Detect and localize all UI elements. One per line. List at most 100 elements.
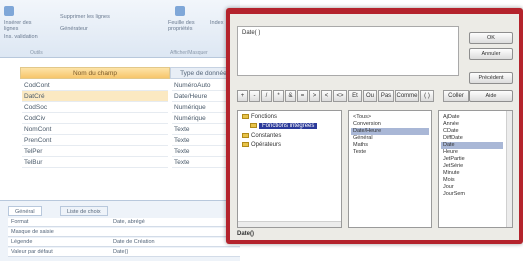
property-label: Légende	[11, 239, 33, 245]
table-row[interactable]: CodSoc Numérique	[0, 102, 240, 113]
field-name-header[interactable]: Nom du champ	[20, 67, 170, 79]
tab-general[interactable]: Général	[8, 206, 42, 216]
property-value[interactable]: Date, abrégé	[113, 218, 145, 227]
ribbon-delete-rows[interactable]: Supprimer les lignes	[60, 14, 130, 20]
vertical-scrollbar[interactable]	[506, 111, 512, 227]
tree-item-label: Opérateurs	[251, 142, 282, 148]
folder-icon	[242, 114, 249, 119]
field-name[interactable]: DatCré	[22, 91, 168, 102]
table-row[interactable]: CodCiv Numérique	[0, 113, 240, 124]
ribbon-property-sheet[interactable]: Feuille des propriétés	[168, 20, 204, 32]
list-item[interactable]: Texte	[351, 149, 429, 156]
property-label: Masque de saisie	[11, 229, 54, 235]
help-button[interactable]: Aide	[469, 90, 513, 102]
list-item[interactable]: AjDate	[441, 114, 503, 121]
field-name[interactable]: PrenCont	[22, 135, 168, 146]
function-syntax-status: Date()	[237, 231, 255, 237]
field-name[interactable]: TelPer	[22, 146, 168, 157]
property-row[interactable]: Valeur par défaut Date()	[8, 248, 240, 257]
property-label: Valeur par défaut	[11, 249, 53, 255]
list-item[interactable]: <Tous>	[351, 114, 429, 121]
table-row[interactable]: TelPer Texte	[0, 146, 240, 157]
property-row[interactable]: Masque de saisie	[8, 228, 240, 237]
list-item[interactable]: JetPartie	[441, 156, 503, 163]
field-grid: Nom du champ Type de données CodCont Num…	[0, 60, 240, 198]
operator-equal-button[interactable]: =	[297, 90, 308, 102]
table-row[interactable]: CodCont NuméroAuto	[0, 80, 240, 91]
property-label: Format	[11, 219, 29, 225]
cancel-button[interactable]: Annuler	[469, 48, 513, 60]
tree-item-label: Constantes	[251, 133, 282, 139]
property-row[interactable]: Légende Date de Création	[8, 238, 240, 247]
list-item[interactable]: Conversion	[351, 121, 429, 128]
operator-divide-button[interactable]: /	[261, 90, 272, 102]
list-item[interactable]: CDate	[441, 128, 503, 135]
tree-item-constants[interactable]: Constantes	[242, 133, 281, 139]
operator-and-button[interactable]: Et	[348, 90, 362, 102]
horizontal-scrollbar[interactable]	[238, 221, 341, 227]
operator-multiply-button[interactable]: *	[273, 90, 284, 102]
undo-button[interactable]: Précédent	[469, 72, 513, 84]
table-row[interactable]: NomCont Texte	[0, 124, 240, 135]
list-item[interactable]: Jour	[441, 184, 503, 191]
field-name[interactable]: CodCont	[22, 80, 168, 91]
expression-builder-dialog: Date( ) OK Annuler Précédent Aide + - / …	[226, 8, 523, 244]
table-row[interactable]: DatCré Date/Heure	[0, 91, 240, 102]
list-item[interactable]: Date/Heure	[351, 128, 429, 135]
element-tree-panel[interactable]: Fonctions Fonctions intégrées Constantes…	[237, 110, 342, 228]
folder-icon	[250, 123, 257, 128]
list-item[interactable]: Année	[441, 121, 503, 128]
tree-item-functions[interactable]: Fonctions	[242, 114, 277, 120]
table-row[interactable]: PrenCont Texte	[0, 135, 240, 146]
operator-or-button[interactable]: Ou	[363, 90, 377, 102]
operator-ampersand-button[interactable]: &	[285, 90, 296, 102]
tree-item-builtin-functions[interactable]: Fonctions intégrées	[250, 123, 318, 129]
list-item[interactable]: Maths	[351, 142, 429, 149]
tree-item-label: Fonctions	[251, 114, 278, 120]
ribbon-insert-rows[interactable]: Insérer des lignes	[4, 20, 44, 32]
operator-less-button[interactable]: <	[321, 90, 332, 102]
property-value[interactable]: Date()	[113, 248, 128, 257]
folder-icon	[242, 133, 249, 138]
property-sheet-icon[interactable]	[175, 6, 185, 16]
list-item[interactable]: Général	[351, 135, 429, 142]
operator-not-button[interactable]: Pas	[378, 90, 394, 102]
list-item[interactable]: Date	[441, 142, 503, 149]
field-name[interactable]: NomCont	[22, 124, 168, 135]
field-name[interactable]: CodCiv	[22, 113, 168, 124]
tree-item-operators[interactable]: Opérateurs	[242, 142, 281, 148]
property-value[interactable]: Date de Création	[113, 238, 155, 247]
list-item[interactable]: Mois	[441, 177, 503, 184]
field-name[interactable]: CodSoc	[22, 102, 168, 113]
operator-parens-button[interactable]: ( )	[420, 90, 434, 102]
ribbon-group-show-hide: Afficher/Masquer	[170, 50, 208, 56]
operator-plus-button[interactable]: +	[237, 90, 248, 102]
table-row[interactable]: TelBur Texte	[0, 157, 240, 168]
category-list-panel[interactable]: <Tous> Conversion Date/Heure Général Mat…	[348, 110, 432, 228]
operator-like-button[interactable]: Comme	[395, 90, 419, 102]
list-item[interactable]: Minute	[441, 170, 503, 177]
list-item[interactable]: JourSem	[441, 191, 503, 198]
operator-minus-button[interactable]: -	[249, 90, 260, 102]
folder-icon	[242, 142, 249, 147]
field-name[interactable]: TelBur	[22, 157, 168, 168]
insert-rows-icon[interactable]	[4, 6, 14, 16]
ok-button[interactable]: OK	[469, 32, 513, 44]
list-item[interactable]: Heure	[441, 149, 503, 156]
ribbon: Insérer des lignes Ins. validation Suppr…	[0, 0, 240, 58]
function-list-panel[interactable]: AjDate Année CDate DiffDate Date Heure J…	[438, 110, 513, 228]
operator-greater-button[interactable]: >	[309, 90, 320, 102]
ribbon-group-tools: Outils	[30, 50, 43, 56]
ribbon-validation[interactable]: Ins. validation	[4, 34, 44, 40]
dialog-body: Date( ) OK Annuler Précédent Aide + - / …	[230, 14, 519, 240]
list-item[interactable]: JetSérie	[441, 163, 503, 170]
operator-not-equal-button[interactable]: <>	[333, 90, 347, 102]
tree-item-label: Fonctions intégrées	[259, 123, 318, 129]
paste-button[interactable]: Coller	[443, 90, 469, 102]
field-properties-pane: Général Liste de choix Format Date, abré…	[0, 200, 240, 261]
property-row[interactable]: Format Date, abrégé	[8, 218, 240, 227]
list-item[interactable]: DiffDate	[441, 135, 503, 142]
tab-lookup[interactable]: Liste de choix	[60, 206, 108, 216]
ribbon-builder[interactable]: Générateur	[60, 26, 130, 32]
expression-input[interactable]: Date( )	[237, 26, 459, 76]
